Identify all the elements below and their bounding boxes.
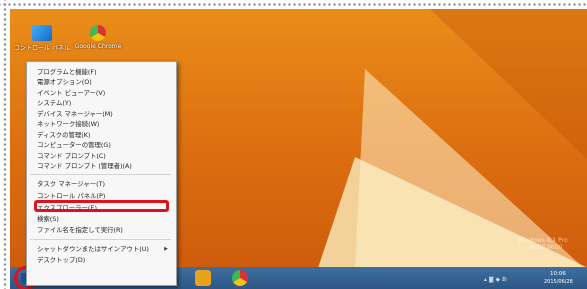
menu-item-desktop[interactable]: デスクトップ(D) xyxy=(37,256,85,264)
windows-watermark: Windows 8.1 Pro Build 9600 xyxy=(518,237,568,251)
menu-item-run[interactable]: ファイル名を指定して実行(R) xyxy=(37,226,123,234)
menu-separator xyxy=(30,239,171,240)
menu-item-event-viewer[interactable]: イベント ビューアー(V) xyxy=(37,89,105,97)
screen: コントロール パネル Google Chrome Windows 8.1 Pro… xyxy=(0,0,587,289)
menu-item-device-manager[interactable]: デバイス マネージャー(M) xyxy=(37,110,113,118)
menu-item-task-manager[interactable]: タスク マネージャー(T) xyxy=(37,180,105,188)
menu-item-computer-management[interactable]: コンピューターの管理(G) xyxy=(37,141,111,149)
dotted-border-top xyxy=(0,0,587,9)
taskbar-app-icon[interactable] xyxy=(195,270,211,286)
desktop-icon-control-panel[interactable]: コントロール パネル xyxy=(14,23,70,52)
win-x-context-menu: プログラムと機能(F) 電源オプション(O) イベント ビューアー(V) システ… xyxy=(26,61,177,286)
menu-item-control-panel[interactable]: コントロール パネル(P) xyxy=(37,192,105,200)
menu-item-shutdown-signout[interactable]: シャットダウンまたはサインアウト(U) xyxy=(37,245,149,253)
menu-item-search[interactable]: 検索(S) xyxy=(37,215,59,223)
menu-item-command-prompt-admin[interactable]: コマンド プロンプト (管理者)(A) xyxy=(37,162,132,170)
desktop-shape-dark xyxy=(430,9,587,159)
menu-item-programs-features[interactable]: プログラムと機能(F) xyxy=(37,68,97,76)
chrome-icon[interactable] xyxy=(232,270,248,286)
menu-item-power-options[interactable]: 電源オプション(O) xyxy=(37,78,92,86)
tray-date[interactable]: 2015/06/28 xyxy=(544,279,573,285)
watermark-build: Build 9600 xyxy=(530,244,563,251)
dotted-border-left xyxy=(0,0,10,289)
desktop-icon-label: コントロール パネル xyxy=(14,45,70,52)
chrome-icon xyxy=(90,25,106,41)
desktop-icon-chrome[interactable]: Google Chrome xyxy=(70,23,126,50)
menu-item-network-connections[interactable]: ネットワーク接続(W) xyxy=(37,120,99,128)
tray-time[interactable]: 10:06 xyxy=(550,271,566,277)
control-panel-highlight-box xyxy=(34,200,169,212)
menu-separator xyxy=(30,174,171,175)
desktop-icon-label: Google Chrome xyxy=(74,43,122,50)
tray-icons[interactable]: ▴ ◙ ◆ あ xyxy=(484,275,507,283)
menu-item-disk-management[interactable]: ディスクの管理(K) xyxy=(37,131,90,139)
control-panel-icon xyxy=(32,25,52,41)
submenu-arrow-icon: ▶ xyxy=(164,246,168,252)
menu-item-system[interactable]: システム(Y) xyxy=(37,99,71,107)
watermark-edition: Windows 8.1 Pro xyxy=(518,237,568,244)
menu-item-command-prompt[interactable]: コマンド プロンプト(C) xyxy=(37,152,106,160)
